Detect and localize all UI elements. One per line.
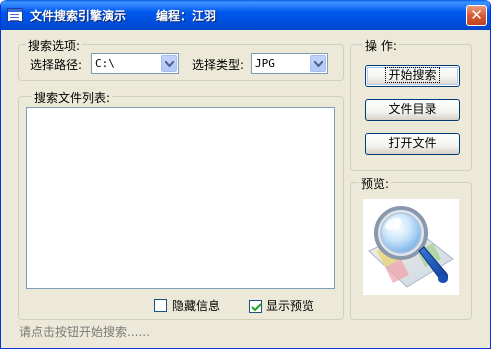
author-label: 编程：江羽	[156, 9, 217, 23]
path-select[interactable]: C:\	[91, 53, 179, 74]
operations-label: 操 作:	[363, 37, 399, 54]
type-value: JPG	[255, 57, 275, 70]
checkmark-icon	[251, 303, 262, 312]
close-icon: ✕	[470, 6, 483, 24]
main-window: 文件搜索引擎演示 编程：江羽 ✕ 搜索选项: 选择路径: C:\ 选择类型: J…	[0, 0, 491, 349]
app-icon[interactable]	[7, 8, 23, 22]
path-dropdown-button[interactable]	[161, 55, 177, 72]
hide-info-label[interactable]: 隐藏信息	[172, 297, 220, 314]
preview-label: 预览:	[359, 175, 392, 192]
file-listbox[interactable]	[26, 107, 335, 289]
file-directory-button[interactable]: 文件目录	[365, 99, 460, 121]
preview-image	[363, 199, 459, 295]
start-search-label: 开始搜索	[385, 67, 440, 83]
open-file-label: 打开文件	[388, 136, 437, 150]
type-label: 选择类型:	[192, 58, 245, 72]
type-select[interactable]: JPG	[251, 53, 328, 74]
hide-info-checkbox[interactable]	[154, 299, 167, 312]
show-preview-checkbox[interactable]	[249, 300, 262, 313]
magnifier-over-document-icon	[368, 206, 454, 288]
path-value: C:\	[95, 57, 115, 70]
file-list-label: 搜索文件列表:	[32, 89, 113, 106]
status-text: 请点击按钮开始搜索......	[19, 325, 150, 339]
start-search-button[interactable]: 开始搜索	[365, 65, 460, 87]
chevron-down-icon	[165, 61, 174, 67]
open-file-button[interactable]: 打开文件	[365, 133, 460, 155]
file-directory-label: 文件目录	[388, 102, 437, 116]
window-title: 文件搜索引擎演示	[30, 9, 127, 23]
show-preview-label[interactable]: 显示预览	[266, 297, 314, 314]
close-button[interactable]: ✕	[466, 5, 487, 26]
search-options-label: 搜索选项:	[26, 37, 83, 54]
title-bar[interactable]: 文件搜索引擎演示 编程：江羽 ✕	[1, 0, 490, 30]
type-dropdown-button[interactable]	[310, 55, 326, 72]
chevron-down-icon	[314, 61, 323, 67]
path-label: 选择路径:	[30, 58, 83, 72]
